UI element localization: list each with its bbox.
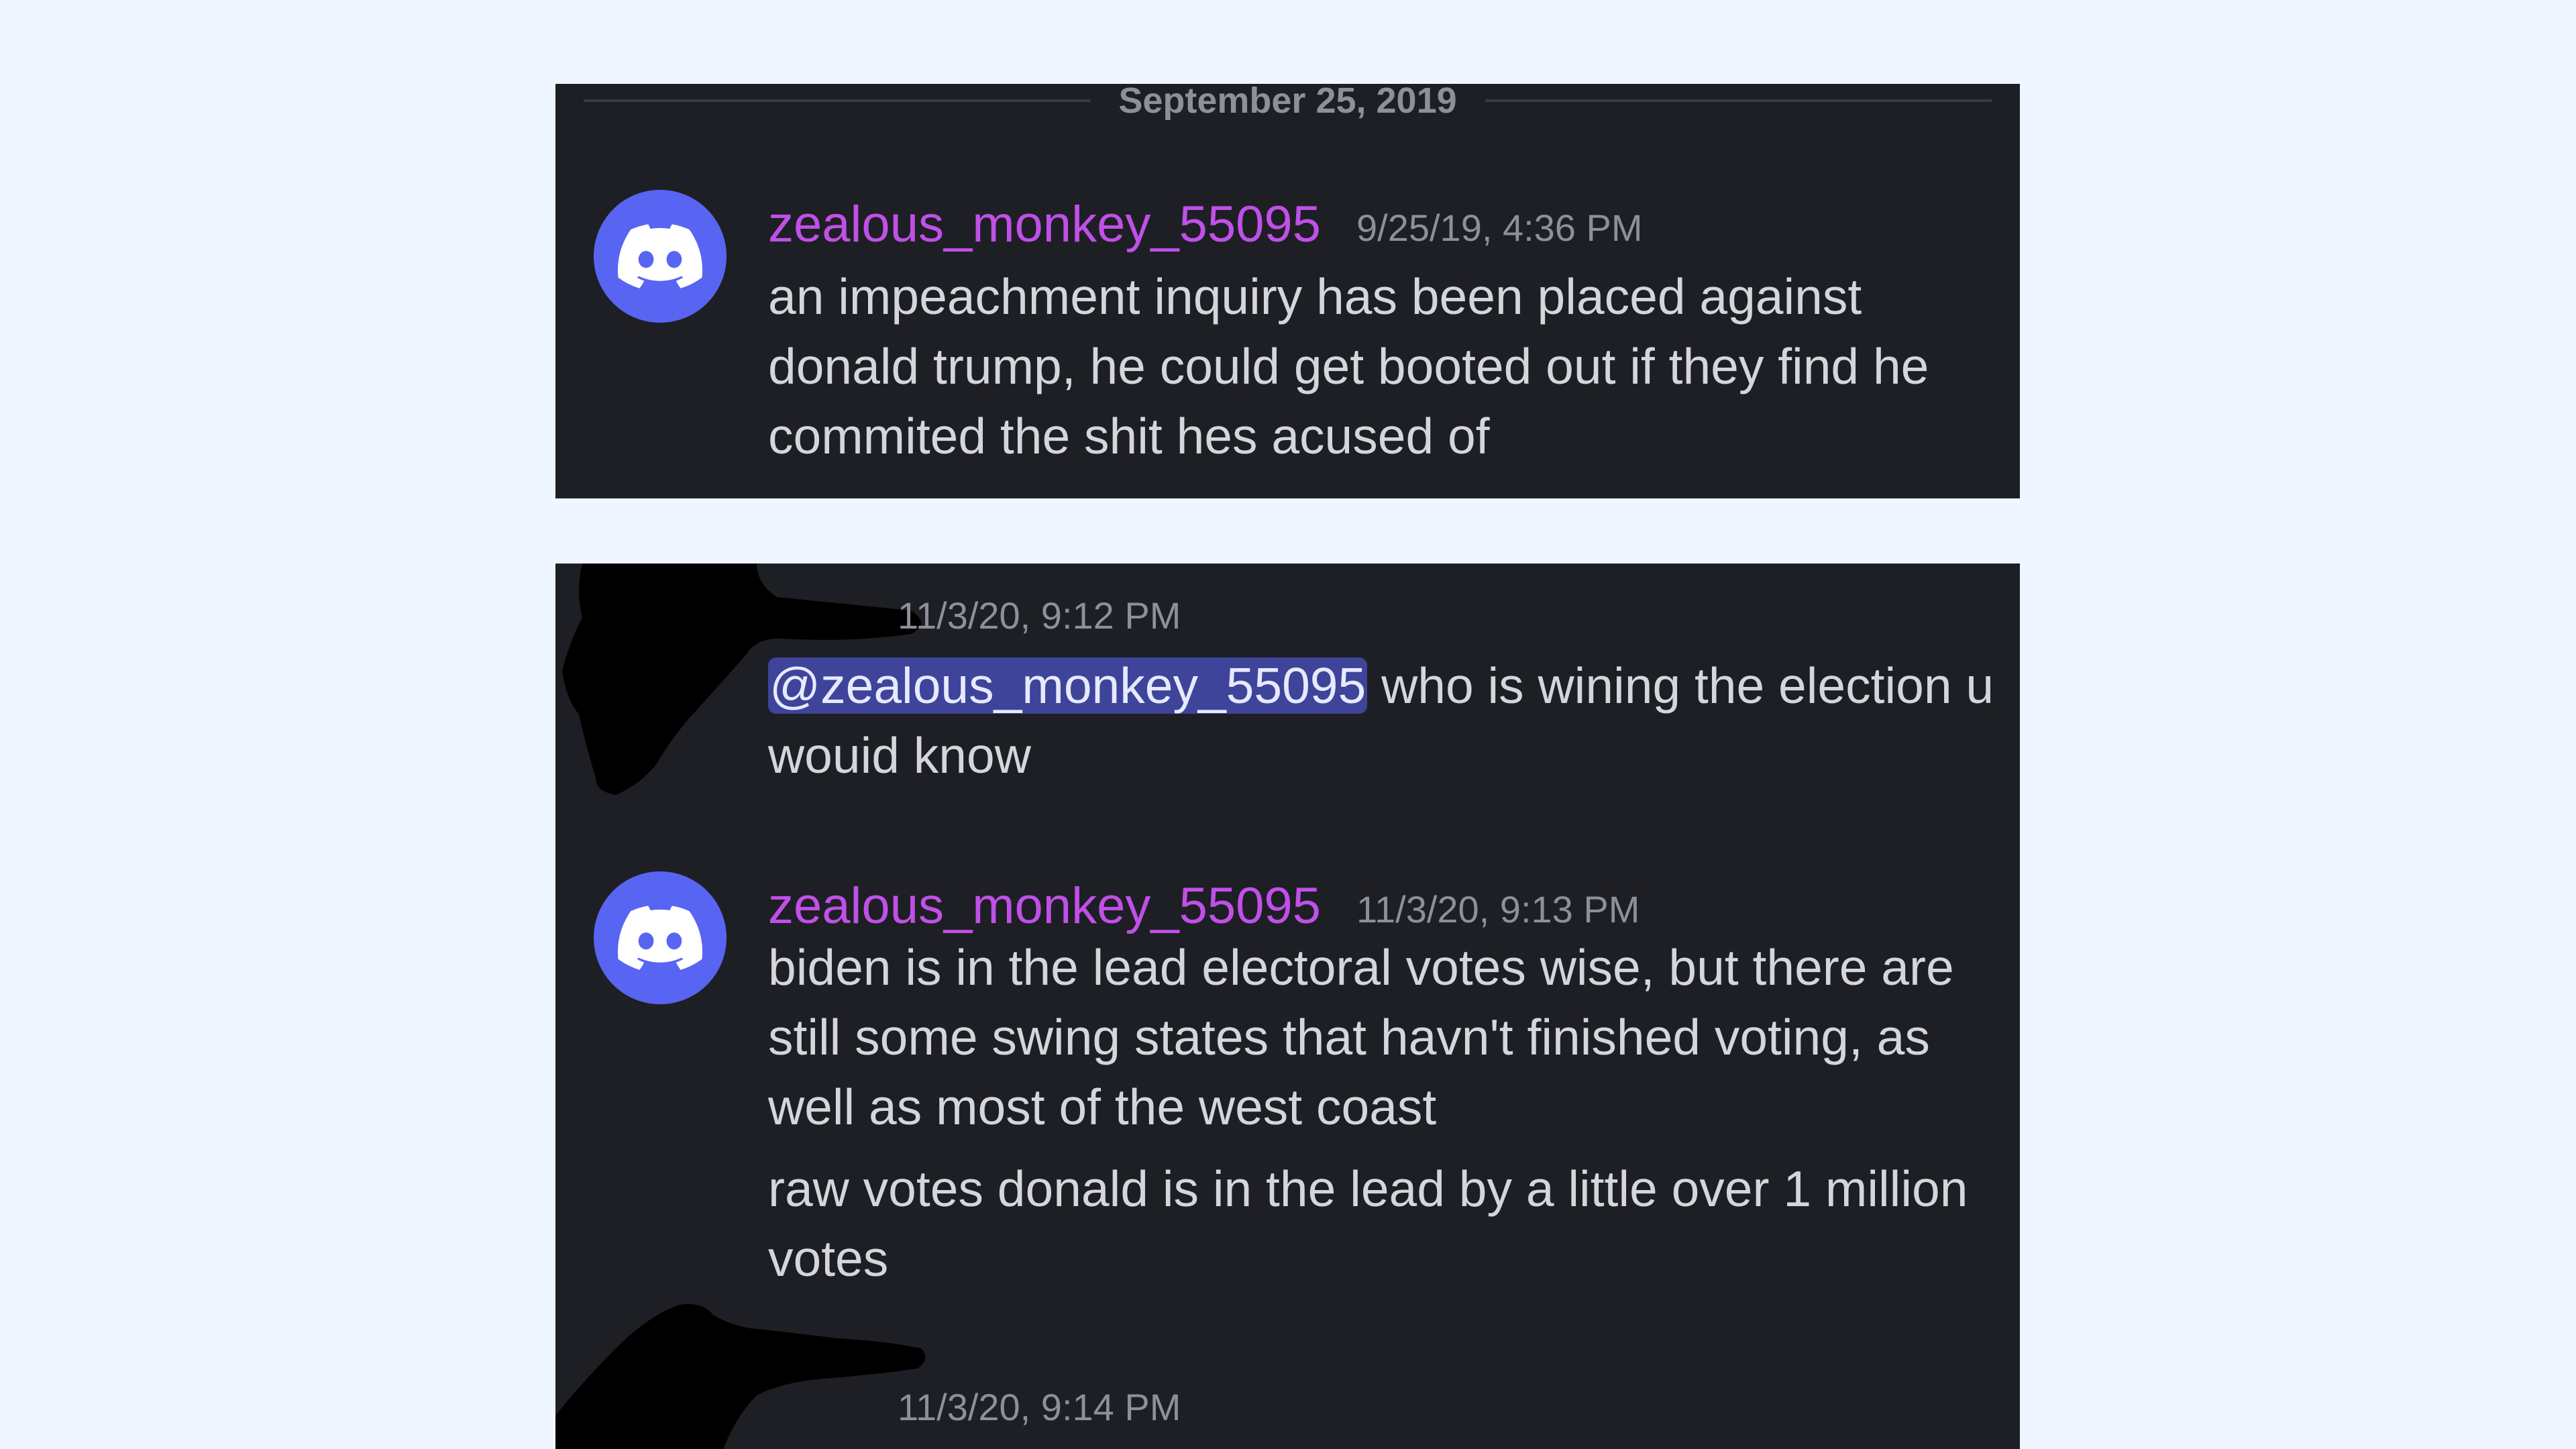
discord-logo-icon [618,224,702,288]
user-mention[interactable]: @zealous_monkey_55095 [768,657,1368,714]
message-text: an impeachment inquiry has been placed a… [768,268,1929,464]
message-timestamp[interactable]: 11/3/20, 9:13 PM [1356,891,1640,928]
user-avatar[interactable] [594,190,727,323]
message-username[interactable]: zealous_monkey_55095 [768,881,1321,932]
user-avatar[interactable] [594,871,727,1004]
divider-line-right [1485,99,1992,102]
message-text-continuation: raw votes donald is in the lead by a lit… [768,1161,1968,1287]
message-timestamp[interactable]: 11/3/20, 9:12 PM [898,597,1181,635]
divider-line-left [584,99,1091,102]
redaction-scribble [555,1304,926,1449]
message-username[interactable]: zealous_monkey_55095 [768,199,1321,250]
chat-screenshot-2: 11/3/20, 9:12 PM @zealous_monkey_55095 w… [555,564,2020,1449]
message-text: biden is in the lead electoral votes wis… [768,939,1954,1135]
message-text: @zealous_monkey_55095 who is wining the … [768,651,2009,790]
chat-screenshot-1: September 25, 2019 zealous_monkey_55095 … [555,84,2020,498]
date-divider: September 25, 2019 [584,84,1992,121]
date-divider-label: September 25, 2019 [1118,84,1457,121]
message-timestamp[interactable]: 9/25/19, 4:36 PM [1356,209,1643,247]
discord-logo-icon [618,906,702,970]
message-timestamp[interactable]: 11/3/20, 9:14 PM [898,1389,1181,1426]
